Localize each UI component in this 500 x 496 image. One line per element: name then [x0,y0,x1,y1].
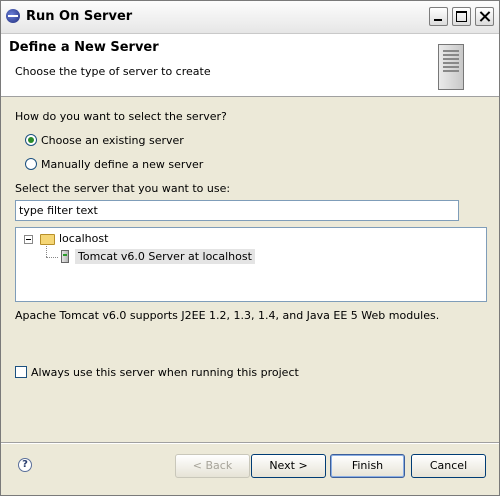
always-use-label: Always use this server when running this… [31,365,299,379]
tree-connector [46,257,58,258]
back-button[interactable]: < Back [175,454,250,478]
server-description: Apache Tomcat v6.0 supports J2EE 1.2, 1.… [15,309,440,322]
server-list-prompt: Select the server that you want to use: [15,182,231,195]
tree-node-tomcat-server[interactable]: Tomcat v6.0 Server at localhost [75,249,255,264]
maximize-button[interactable] [452,7,471,26]
radio-manual-label: Manually define a new server [41,157,204,171]
help-icon[interactable]: ? [18,458,32,472]
close-button[interactable] [475,7,494,26]
collapse-icon[interactable] [24,235,33,244]
server-icon [438,44,464,90]
radio-selected-icon[interactable] [25,134,37,146]
radio-existing-label: Choose an existing server [41,133,184,147]
filter-input[interactable]: type filter text [15,200,459,221]
radio-existing-server[interactable]: Choose an existing server [25,132,184,148]
banner-title: Define a New Server [9,40,159,55]
banner-description: Choose the type of server to create [15,65,211,78]
tomcat-server-icon [61,250,69,263]
radio-manual-server[interactable]: Manually define a new server [25,156,203,172]
eclipse-icon [6,9,20,23]
window-title: Run On Server [26,9,133,24]
minimize-button[interactable] [429,7,448,26]
finish-button[interactable]: Finish [330,454,405,478]
server-tree[interactable]: localhost Tomcat v6.0 Server at localhos… [15,227,487,302]
folder-icon [40,234,55,245]
button-bar-separator [1,442,499,444]
tree-connector [46,246,47,257]
wizard-banner: Define a New Server Choose the type of s… [1,34,499,97]
title-bar: Run On Server [1,1,499,34]
next-button[interactable]: Next > [251,454,326,478]
always-use-server-checkbox[interactable]: Always use this server when running this… [15,364,299,380]
run-on-server-dialog: Run On Server Define a New Server Choose… [0,0,500,496]
checkbox-icon[interactable] [15,366,27,378]
cancel-button[interactable]: Cancel [411,454,486,478]
radio-unselected-icon[interactable] [25,158,37,170]
tree-node-localhost[interactable]: localhost [59,232,108,245]
selection-question: How do you want to select the server? [15,110,227,123]
